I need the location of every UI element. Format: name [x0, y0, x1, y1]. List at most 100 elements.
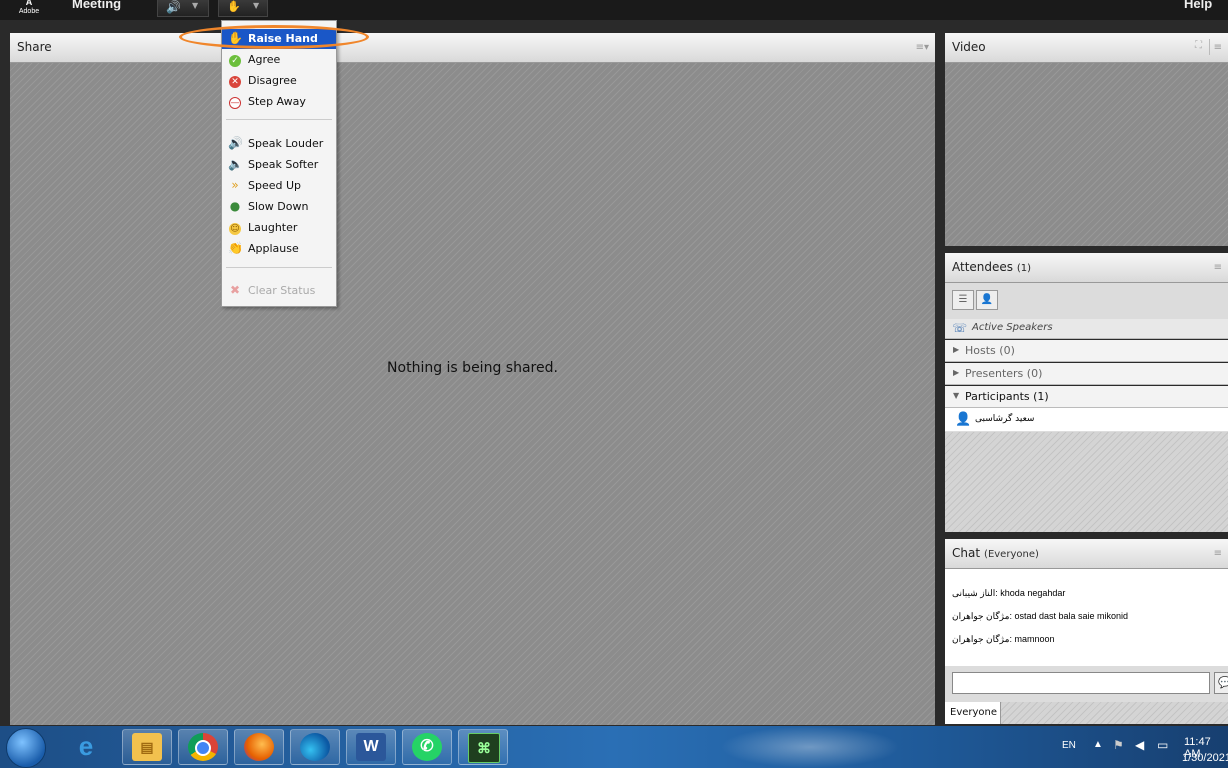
chat-scope: (Everyone) — [984, 549, 1039, 560]
taskbar-glow — [720, 726, 900, 768]
menu-item-slow-down[interactable]: ● Slow Down — [222, 197, 336, 217]
raise-hand-icon: ✋ — [228, 31, 243, 45]
list-view-icon[interactable]: ☰ — [952, 290, 974, 310]
attendees-pod-header: Attendees (1) ≡ — [945, 253, 1228, 283]
chrome-icon[interactable] — [178, 729, 228, 765]
menu-item-label: Slow Down — [248, 200, 309, 213]
speed-up-icon: » — [231, 178, 239, 192]
roles-view-icon[interactable]: 👤 — [976, 290, 998, 310]
firefox-icon[interactable] — [234, 729, 284, 765]
raise-hand-icon: ✋ — [227, 0, 241, 13]
internet-explorer-icon[interactable]: e — [62, 729, 112, 765]
laughter-icon: ☺ — [229, 223, 241, 235]
menu-item-label: Speak Softer — [248, 158, 319, 171]
group-presenters[interactable]: ▶ Presenters (0) — [945, 363, 1228, 385]
chat-text: khoda negahdar — [1000, 588, 1066, 598]
adobe-logo: A Adobe — [16, 0, 42, 20]
volume-icon[interactable]: ◀ — [1135, 738, 1144, 752]
collapse-arrow-icon: ▼ — [953, 391, 960, 400]
group-hosts[interactable]: ▶ Hosts (0) — [945, 340, 1228, 362]
attendees-title-text: Attendees — [952, 260, 1014, 274]
status-button[interactable]: ✋ ▼ — [218, 0, 268, 17]
menu-item-disagree[interactable]: ✕ Disagree — [222, 71, 336, 91]
menu-item-speak-softer[interactable]: 🔈 Speak Softer — [222, 155, 336, 175]
agree-icon: ✓ — [228, 52, 242, 67]
file-explorer-icon[interactable]: ▤ — [122, 729, 172, 765]
menu-item-label: Applause — [248, 242, 299, 255]
action-center-flag-icon[interactable]: ⚑ — [1113, 738, 1124, 752]
active-speakers-label: Active Speakers — [972, 322, 1053, 333]
menu-item-label: Raise Hand — [248, 32, 318, 45]
start-button[interactable] — [6, 728, 46, 768]
chat-sender: مژگان جواهران — [952, 611, 1010, 621]
word-icon[interactable]: W — [346, 729, 396, 765]
chat-title-text: Chat — [952, 546, 981, 560]
chat-input-area: 💬 — [945, 666, 1228, 702]
participant-row[interactable]: 👤 سعید گرشاسبی — [945, 408, 1228, 432]
chat-tab-everyone[interactable]: Everyone — [945, 702, 1001, 724]
meeting-menu[interactable]: Meeting — [72, 0, 121, 11]
show-hidden-icons-icon[interactable]: ▲ — [1093, 739, 1103, 750]
phone-icon: ☏ — [952, 321, 968, 335]
applause-icon: 👏 — [228, 241, 243, 255]
menu-item-agree[interactable]: ✓ Agree — [222, 50, 336, 70]
header-divider — [1209, 39, 1210, 55]
attendees-pod-title: Attendees (1) — [952, 260, 1031, 274]
menu-item-label: Agree — [248, 53, 281, 66]
menu-item-label: Disagree — [248, 74, 297, 87]
menu-item-speak-louder[interactable]: 🔊 Speak Louder — [222, 134, 336, 154]
whatsapp-icon[interactable]: ✆ — [402, 729, 452, 765]
pod-options-icon[interactable]: ≡ — [1214, 42, 1222, 53]
speak-softer-icon: 🔈 — [228, 157, 243, 171]
menu-item-label: Step Away — [248, 95, 306, 108]
adobe-logo-mark: A — [25, 0, 33, 7]
chat-footer: Everyone — [945, 702, 1228, 724]
windows-taskbar: e ▤ W ✆ ⌘ EN ▲ ⚑ ◀ ▭ 11:47 AM 1/30/2021 — [0, 726, 1228, 768]
speaker-icon: 🔊 — [166, 0, 181, 14]
pod-options-icon[interactable]: ≡▾ — [916, 42, 929, 53]
menu-item-label: Speak Louder — [248, 137, 324, 150]
language-indicator[interactable]: EN — [1062, 740, 1076, 751]
expand-arrow-icon: ▶ — [953, 345, 960, 354]
edge-icon[interactable] — [290, 729, 340, 765]
disagree-icon: ✕ — [228, 73, 242, 88]
adobe-logo-text: Adobe — [18, 8, 40, 15]
menu-item-speed-up[interactable]: » Speed Up — [222, 176, 336, 196]
chevron-down-icon[interactable]: ▼ — [192, 1, 198, 10]
attendees-empty-area — [945, 432, 1228, 532]
chat-message: مژگان جواهران: ostad dast bala saie miko… — [952, 611, 1129, 621]
share-empty-message: Nothing is being shared. — [387, 360, 558, 376]
pod-options-icon[interactable]: ≡ — [1214, 548, 1222, 559]
group-participants[interactable]: ▼ Participants (1) — [945, 386, 1228, 408]
adobe-connect-taskbar-icon[interactable]: ⌘ — [458, 729, 508, 765]
menu-item-raise-hand[interactable]: ✋ Raise Hand — [222, 29, 336, 49]
group-label: Participants (1) — [965, 390, 1049, 403]
menu-item-step-away[interactable]: — Step Away — [222, 92, 336, 112]
attendees-toolbar: ☰ 👤 — [945, 283, 1228, 319]
chat-text: ostad dast bala saie mikonid — [1014, 611, 1129, 621]
app-menu-bar: A Adobe Meeting 🔊 ▼ ✋ ▼ Help — [0, 0, 1228, 20]
participant-name: سعید گرشاسبی — [975, 414, 1035, 424]
share-pod-header: Share ≡▾ — [10, 33, 935, 63]
menu-item-laughter[interactable]: ☺ Laughter — [222, 218, 336, 238]
help-menu[interactable]: Help — [1184, 0, 1212, 11]
chat-input[interactable] — [952, 672, 1210, 694]
chat-sender: الناز شیبانی — [952, 588, 996, 598]
active-speakers-row: ☏ Active Speakers — [945, 319, 1228, 339]
chat-pod-title: Chat (Everyone) — [952, 546, 1039, 560]
share-pod-content: Nothing is being shared. — [10, 63, 935, 725]
fullscreen-icon[interactable]: ⛶ — [1195, 40, 1202, 51]
network-icon[interactable]: ▭ — [1157, 738, 1168, 752]
pod-options-icon[interactable]: ≡ — [1214, 262, 1222, 273]
status-dropdown-menu: ✋ Raise Hand ✓ Agree ✕ Disagree — Step A… — [221, 20, 337, 307]
clear-status-icon: ✖ — [229, 283, 241, 297]
speak-louder-icon: 🔊 — [228, 136, 243, 150]
send-message-icon[interactable]: 💬 — [1214, 672, 1228, 694]
chevron-down-icon[interactable]: ▼ — [253, 1, 259, 10]
speaker-button[interactable]: 🔊 ▼ — [157, 0, 209, 17]
menu-item-clear-status[interactable]: ✖ Clear Status — [222, 281, 336, 301]
clock-date[interactable]: 1/30/2021 — [1182, 752, 1228, 764]
menu-separator — [226, 267, 332, 268]
menu-item-applause[interactable]: 👏 Applause — [222, 239, 336, 259]
menu-item-label: Laughter — [248, 221, 298, 234]
